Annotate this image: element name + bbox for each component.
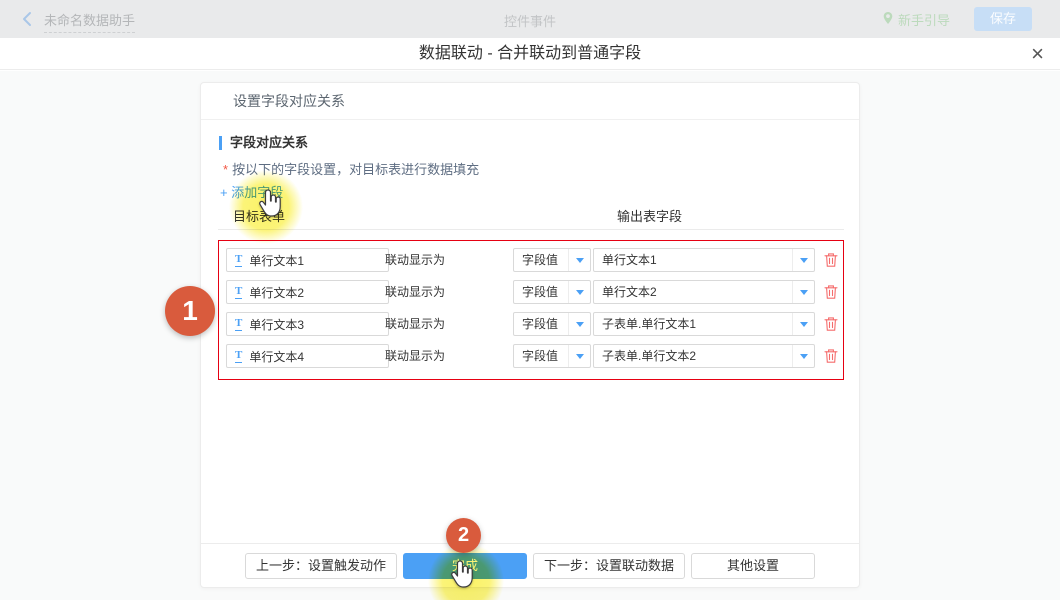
hand-cursor-icon [256, 189, 282, 224]
delete-row-icon[interactable] [824, 252, 838, 268]
column-divider [218, 229, 844, 230]
output-select-value: 单行文本1 [594, 249, 792, 271]
data-linkage-modal: 数据联动 - 合并联动到普通字段 × 设置字段对应关系 字段对应关系 *按以下的… [0, 38, 1060, 600]
mapping-row: T 单行文本3 联动显示为 字段值 子表单.单行文本1 [219, 312, 843, 336]
hand-cursor-icon [448, 560, 474, 595]
modal-header: 数据联动 - 合并联动到普通字段 × [0, 38, 1060, 70]
footer-buttons: 上一步：设置触发动作 完成 下一步：设置联动数据 其他设置 [201, 553, 859, 579]
step-1-badge: 1 [165, 286, 215, 336]
modal-body: 设置字段对应关系 字段对应关系 *按以下的字段设置，对目标表进行数据填充 + 添… [0, 71, 1060, 600]
output-field-select[interactable]: 子表单.单行文本2 [593, 344, 815, 368]
target-field-input[interactable]: T 单行文本2 [226, 280, 389, 304]
required-asterisk: * [223, 162, 228, 177]
chevron-down-icon [568, 249, 590, 271]
mode-select-value: 字段值 [514, 249, 568, 271]
delete-row-icon[interactable] [824, 284, 838, 300]
target-field-input[interactable]: T 单行文本3 [226, 312, 389, 336]
other-settings-button[interactable]: 其他设置 [691, 553, 815, 579]
column-header-output: 输出表字段 [617, 206, 682, 225]
output-select-value: 单行文本2 [594, 281, 792, 303]
beginner-guide-link[interactable]: 新手引导 [882, 10, 950, 29]
guide-label: 新手引导 [898, 10, 950, 29]
relation-label: 联动显示为 [385, 280, 445, 304]
mapping-row: T 单行文本1 联动显示为 字段值 单行文本1 [219, 248, 843, 272]
mapping-row: T 单行文本2 联动显示为 字段值 单行文本2 [219, 280, 843, 304]
chevron-down-icon [792, 313, 814, 335]
modal-title: 数据联动 - 合并联动到普通字段 [0, 38, 1060, 70]
close-icon[interactable]: × [1031, 41, 1044, 67]
target-field-value: 单行文本1 [249, 252, 304, 269]
prev-step-button[interactable]: 上一步：设置触发动作 [245, 553, 397, 579]
panel-header-title: 设置字段对应关系 [201, 83, 859, 120]
delete-row-icon[interactable] [824, 348, 838, 364]
mode-select-value: 字段值 [514, 281, 568, 303]
mode-select-value: 字段值 [514, 313, 568, 335]
output-select-value: 子表单.单行文本2 [594, 345, 792, 367]
relation-label: 联动显示为 [385, 248, 445, 272]
relation-label: 联动显示为 [385, 344, 445, 368]
mode-select[interactable]: 字段值 [513, 344, 591, 368]
mode-select[interactable]: 字段值 [513, 312, 591, 336]
field-mapping-panel: 设置字段对应关系 字段对应关系 *按以下的字段设置，对目标表进行数据填充 + 添… [200, 82, 860, 588]
output-field-select[interactable]: 单行文本1 [593, 248, 815, 272]
chevron-down-icon [568, 345, 590, 367]
step-2-badge: 2 [446, 518, 481, 553]
mode-select[interactable]: 字段值 [513, 248, 591, 272]
mode-select[interactable]: 字段值 [513, 280, 591, 304]
target-field-value: 单行文本4 [249, 348, 304, 365]
chevron-down-icon [792, 281, 814, 303]
text-field-type-icon: T [235, 350, 242, 363]
output-field-select[interactable]: 子表单.单行文本1 [593, 312, 815, 336]
target-field-value: 单行文本2 [249, 284, 304, 301]
top-app-bar: 未命名数据助手 控件事件 新手引导 保存 [0, 0, 1060, 38]
mode-select-value: 字段值 [514, 345, 568, 367]
chevron-down-icon [792, 249, 814, 271]
output-field-select[interactable]: 单行文本2 [593, 280, 815, 304]
next-step-button[interactable]: 下一步：设置联动数据 [533, 553, 685, 579]
target-field-input[interactable]: T 单行文本4 [226, 344, 389, 368]
output-select-value: 子表单.单行文本1 [594, 313, 792, 335]
screen: 未命名数据助手 控件事件 新手引导 保存 数据联动 - 合并联动到普通字段 × … [0, 0, 1060, 600]
chevron-down-icon [568, 313, 590, 335]
mapping-rows-container: T 单行文本1 联动显示为 字段值 单行文本1 [218, 240, 844, 380]
text-field-type-icon: T [235, 318, 242, 331]
text-field-type-icon: T [235, 286, 242, 299]
chevron-down-icon [568, 281, 590, 303]
mapping-row: T 单行文本4 联动显示为 字段值 子表单.单行文本2 [219, 344, 843, 368]
delete-row-icon[interactable] [824, 316, 838, 332]
text-field-type-icon: T [235, 254, 242, 267]
target-field-input[interactable]: T 单行文本1 [226, 248, 389, 272]
save-button[interactable]: 保存 [974, 7, 1032, 31]
section-title: 字段对应关系 [219, 136, 308, 150]
footer-divider [201, 543, 859, 544]
target-field-value: 单行文本3 [249, 316, 304, 333]
location-pin-icon [882, 11, 894, 28]
chevron-down-icon [792, 345, 814, 367]
relation-label: 联动显示为 [385, 312, 445, 336]
